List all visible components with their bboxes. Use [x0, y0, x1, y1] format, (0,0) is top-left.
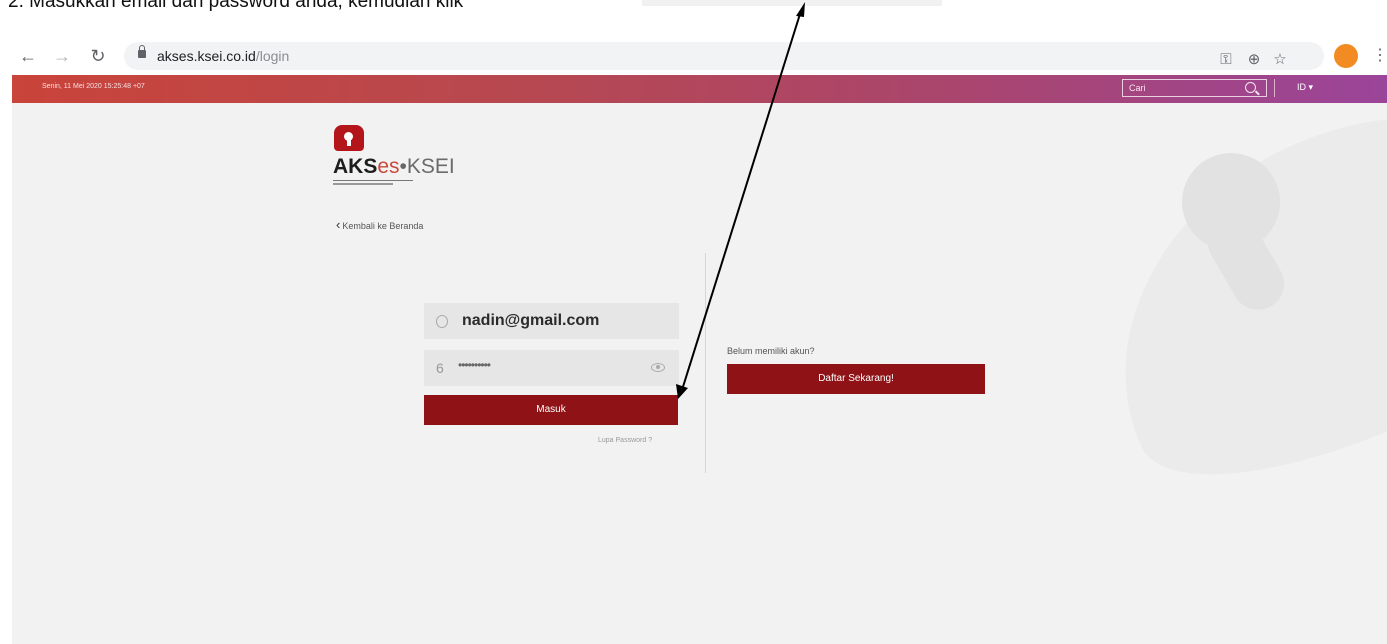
- menu-icon[interactable]: ⋮: [1372, 46, 1387, 66]
- back-icon[interactable]: ←: [18, 46, 38, 66]
- email-field[interactable]: nadin@gmail.com: [424, 303, 679, 339]
- profile-avatar[interactable]: [1334, 44, 1358, 68]
- bookmark-star-icon[interactable]: ☆: [1270, 50, 1290, 70]
- vertical-divider: [705, 253, 706, 473]
- login-button[interactable]: Masuk: [424, 395, 678, 425]
- logo: AKSes•KSEI: [333, 155, 455, 178]
- zoom-icon[interactable]: ⊕: [1244, 50, 1264, 70]
- address-bar[interactable]: akses.ksei.co.id/login ⚿ ⊕ ☆: [124, 42, 1324, 70]
- logo-underline: [333, 180, 413, 181]
- lock-icon: [138, 45, 146, 58]
- instruction-highlight-box: [642, 0, 942, 6]
- search-placeholder: Cari: [1129, 83, 1146, 93]
- key-icon[interactable]: ⚿: [1216, 50, 1236, 70]
- forward-icon[interactable]: →: [52, 46, 72, 66]
- register-prompt: Belum memiliki akun?: [727, 346, 815, 356]
- header-divider: [1274, 79, 1275, 97]
- site-header: Senin, 11 Mei 2020 15:25:48 +07 Cari ID …: [12, 75, 1387, 103]
- login-page: AKSes•KSEI ‹ Kembali ke Beranda nadin@gma…: [12, 103, 1387, 644]
- header-search-input[interactable]: Cari: [1122, 79, 1267, 97]
- logo-tagline: [333, 183, 393, 185]
- password-mask: ••••••••••: [458, 358, 491, 372]
- search-icon[interactable]: [1245, 82, 1256, 93]
- url-text[interactable]: akses.ksei.co.id/login: [157, 47, 289, 65]
- email-value: nadin@gmail.com: [462, 312, 600, 329]
- reload-icon[interactable]: ↻: [88, 46, 108, 66]
- register-button[interactable]: Daftar Sekarang!: [727, 364, 985, 394]
- eye-icon[interactable]: [651, 363, 665, 372]
- header-datetime: Senin, 11 Mei 2020 15:25:48 +07: [42, 83, 145, 90]
- chevron-left-icon: ‹: [336, 217, 341, 232]
- instruction-text: 2. Masukkan email dan password anda, kem…: [8, 0, 464, 12]
- back-to-home-link[interactable]: ‹ Kembali ke Beranda: [336, 217, 423, 232]
- language-selector[interactable]: ID ▾: [1297, 82, 1313, 93]
- browser-toolbar: ← → ↻ akses.ksei.co.id/login ⚿ ⊕ ☆ ⋮: [0, 38, 1387, 74]
- password-field[interactable]: 6 ••••••••••: [424, 350, 679, 386]
- user-icon: [436, 315, 448, 328]
- logo-lock-icon: [334, 125, 364, 151]
- password-lock-icon: 6: [436, 360, 444, 376]
- forgot-password-link[interactable]: Lupa Password ?: [598, 437, 652, 444]
